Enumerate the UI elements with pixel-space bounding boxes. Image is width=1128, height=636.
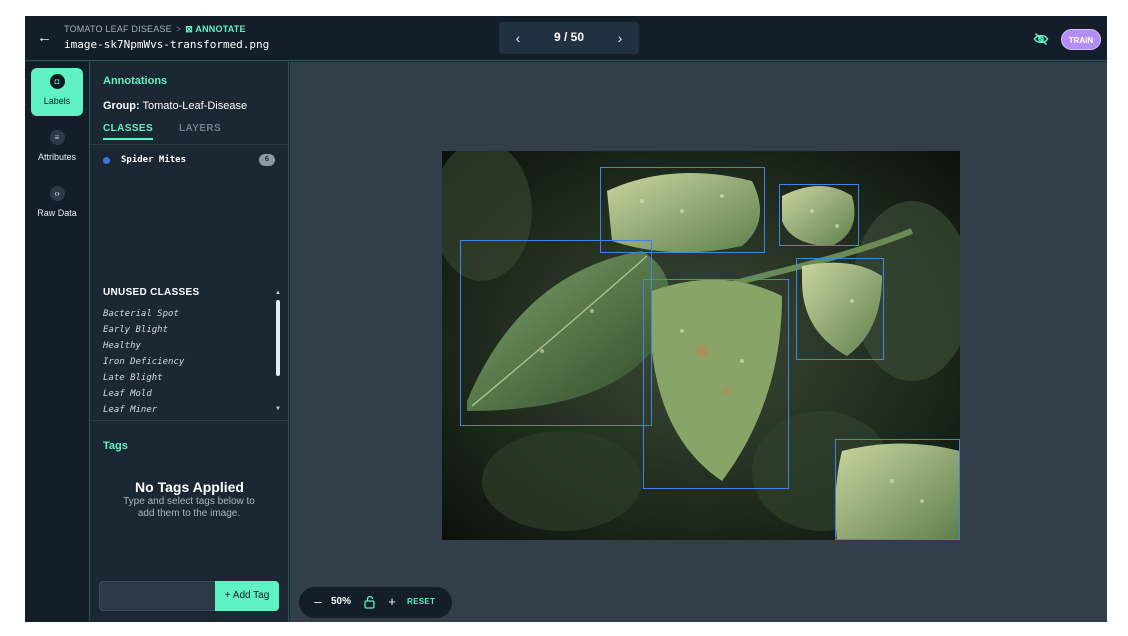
rail-item-labels[interactable]: ◘ Labels [31,68,83,116]
train-button[interactable]: TRAIN [1061,29,1101,50]
chevron-right-icon[interactable]: › [611,29,629,47]
annotations-panel: Annotations Group: Tomato-Leaf-Disease C… [91,62,289,622]
group-line: Group: Tomato-Leaf-Disease [103,100,247,112]
no-tags-hint: Type and select tags below to add them t… [123,496,255,519]
tags-title: Tags [103,440,128,452]
breadcrumb-annotate: ⊠ ANNOTATE [185,24,245,34]
list-icon: ≡ [49,130,65,145]
divider [91,420,288,421]
breadcrumb-separator: > [175,24,182,34]
unused-scrollbar[interactable]: ▲ ▼ [275,290,281,412]
unused-classes-title: UNUSED CLASSES [103,287,200,298]
class-color-dot [103,157,110,164]
scrollbar-thumb[interactable] [276,300,280,376]
bounding-box-spider-mites-5[interactable] [796,258,884,360]
class-count-badge: 6 [259,154,275,166]
bounding-box-spider-mites-4[interactable] [643,279,789,489]
zoom-level: 50% [331,596,352,607]
left-rail: ◘ Labels ≡ Attributes ‹› Raw Data [25,62,90,622]
bounding-box-spider-mites-3[interactable] [460,240,652,426]
group-label: Group: [103,100,140,112]
rail-item-raw-data[interactable]: ‹› Raw Data [31,180,83,228]
list-item[interactable]: Bacterial Spot [103,306,263,322]
list-item[interactable]: Early Blight [103,322,263,338]
bounding-box-spider-mites-6[interactable] [835,439,960,540]
zoom-controls: – 50% + RESET [299,587,452,618]
zoom-in-button[interactable]: + [385,594,399,610]
rail-item-label: Labels [43,96,71,106]
top-bar: ← TOMATO LEAF DISEASE > ⊠ ANNOTATE image-s… [25,16,1107,61]
tomato-leaf-image [442,151,960,540]
list-item[interactable]: Leaf Miner [103,402,263,414]
image-filename: image-sk7NpmWvs-transformed.png [64,38,270,51]
list-item[interactable]: Healthy [103,338,263,354]
rail-item-label: Raw Data [37,208,77,218]
list-item[interactable]: Late Blight [103,370,263,386]
caret-up-icon[interactable]: ▲ [275,290,281,296]
unused-classes-list[interactable]: Bacterial Spot Early Blight Healthy Iron… [103,306,263,414]
code-icon: ‹› [49,186,65,201]
no-tags-title: No Tags Applied [135,479,244,495]
tab-layers[interactable]: LAYERS [179,123,221,134]
breadcrumb-annotate-label: ANNOTATE [195,24,246,34]
breadcrumb-project[interactable]: TOMATO LEAF DISEASE [64,24,172,34]
eye-off-icon[interactable] [1033,31,1049,47]
rail-item-attributes[interactable]: ≡ Attributes [31,124,83,172]
class-name: Spider Mites [121,155,187,165]
unlock-icon[interactable] [363,595,377,609]
add-tag-button[interactable]: + Add Tag [215,581,279,611]
tab-classes[interactable]: CLASSES [103,123,154,140]
arrow-left-icon[interactable]: ← [37,29,55,47]
caret-down-icon[interactable]: ▼ [275,406,281,412]
divider [91,144,288,145]
group-value: Tomato-Leaf-Disease [142,100,248,112]
annotate-app: ← TOMATO LEAF DISEASE > ⊠ ANNOTATE image-s… [25,16,1107,622]
panel-title: Annotations [103,75,168,87]
rail-item-label: Attributes [37,152,77,162]
bounding-box-spider-mites-2[interactable] [779,184,859,246]
class-row-spider-mites[interactable]: Spider Mites 6 [103,154,275,168]
tag-input[interactable] [99,581,215,611]
reset-zoom-button[interactable]: RESET [407,597,435,606]
list-item[interactable]: Leaf Mold [103,386,263,402]
list-item[interactable]: Iron Deficiency [103,354,263,370]
zoom-out-button[interactable]: – [311,594,325,610]
annotate-icon: ⊠ [185,24,196,34]
image-pager: ‹ 9 / 50 › [499,22,639,54]
tag-icon: ◘ [49,74,65,89]
annotation-canvas[interactable]: – 50% + RESET [290,62,1107,622]
breadcrumb: TOMATO LEAF DISEASE > ⊠ ANNOTATE [64,24,246,35]
